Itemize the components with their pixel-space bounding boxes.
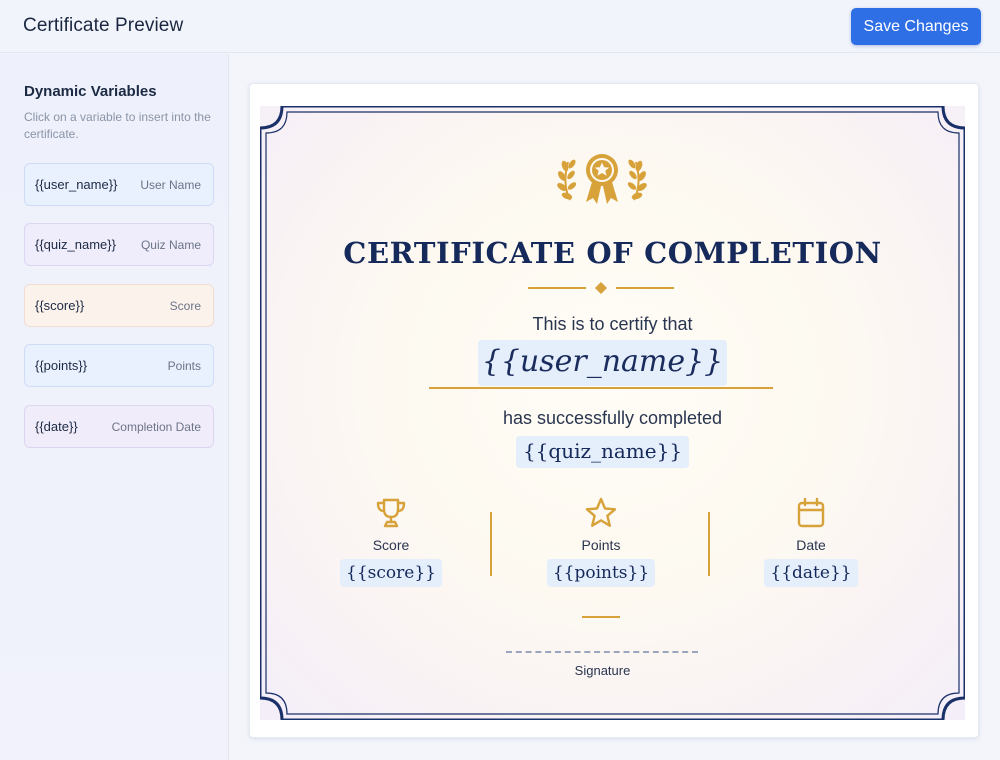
quiz-name-placeholder: {{quiz_name}} — [516, 436, 689, 468]
score-placeholder: {{score}} — [340, 559, 442, 587]
name-underline — [429, 387, 773, 389]
signature-line — [506, 651, 698, 653]
variable-token: {{score}} — [35, 298, 85, 313]
variable-token: {{quiz_name}} — [35, 237, 116, 252]
stat-label: Points — [581, 537, 621, 553]
sidebar-help-text: Click on a variable to insert into the c… — [24, 110, 211, 141]
certificate-title: CERTIFICATE OF COMPLETION — [343, 236, 882, 270]
star-icon — [585, 497, 617, 527]
calendar-icon — [797, 497, 825, 528]
top-bar: Certificate Preview Save Changes — [0, 0, 1000, 53]
certificate: CERTIFICATE OF COMPLETION This is to cer… — [260, 106, 965, 720]
variable-quiz-name[interactable]: {{quiz_name}} Quiz Name — [24, 223, 214, 266]
variable-label: User Name — [140, 178, 201, 192]
stat-score: Score {{score}} — [311, 496, 471, 587]
variables-sidebar: Dynamic Variables Click on a variable to… — [0, 54, 229, 760]
certify-text: This is to certify that — [532, 314, 693, 334]
signature-label: Signature — [574, 663, 631, 678]
award-ribbon-icon — [557, 154, 647, 204]
stat-points: Points {{points}} — [521, 496, 681, 587]
variable-label: Points — [167, 359, 201, 373]
variable-token: {{date}} — [35, 419, 78, 434]
trophy-icon — [376, 498, 406, 528]
variable-points[interactable]: {{points}} Points — [24, 344, 214, 387]
user-name-placeholder: {{user_name}} — [478, 340, 727, 386]
page-title: Certificate Preview — [23, 15, 184, 36]
sidebar-title: Dynamic Variables — [24, 83, 157, 100]
certificate-preview-card: CERTIFICATE OF COMPLETION This is to cer… — [249, 83, 979, 738]
completed-text: has successfully completed — [502, 408, 723, 428]
stat-divider — [490, 512, 492, 576]
variable-label: Completion Date — [111, 420, 201, 434]
variable-score[interactable]: {{score}} Score — [24, 284, 214, 327]
points-placeholder: {{points}} — [546, 559, 656, 587]
title-divider — [528, 282, 674, 294]
variable-user-name[interactable]: {{user_name}} User Name — [24, 163, 214, 206]
variable-label: Score — [169, 299, 201, 313]
variable-date[interactable]: {{date}} Completion Date — [24, 405, 214, 448]
variable-token: {{user_name}} — [35, 177, 118, 192]
stat-divider — [708, 512, 710, 576]
variable-label: Quiz Name — [140, 238, 201, 252]
stat-date: Date {{date}} — [731, 496, 891, 587]
decorative-line — [582, 616, 620, 618]
save-changes-button[interactable]: Save Changes — [851, 8, 981, 45]
stat-label: Score — [372, 537, 410, 553]
stat-label: Date — [796, 537, 826, 553]
date-placeholder: {{date}} — [764, 559, 858, 587]
variable-token: {{points}} — [35, 358, 88, 373]
